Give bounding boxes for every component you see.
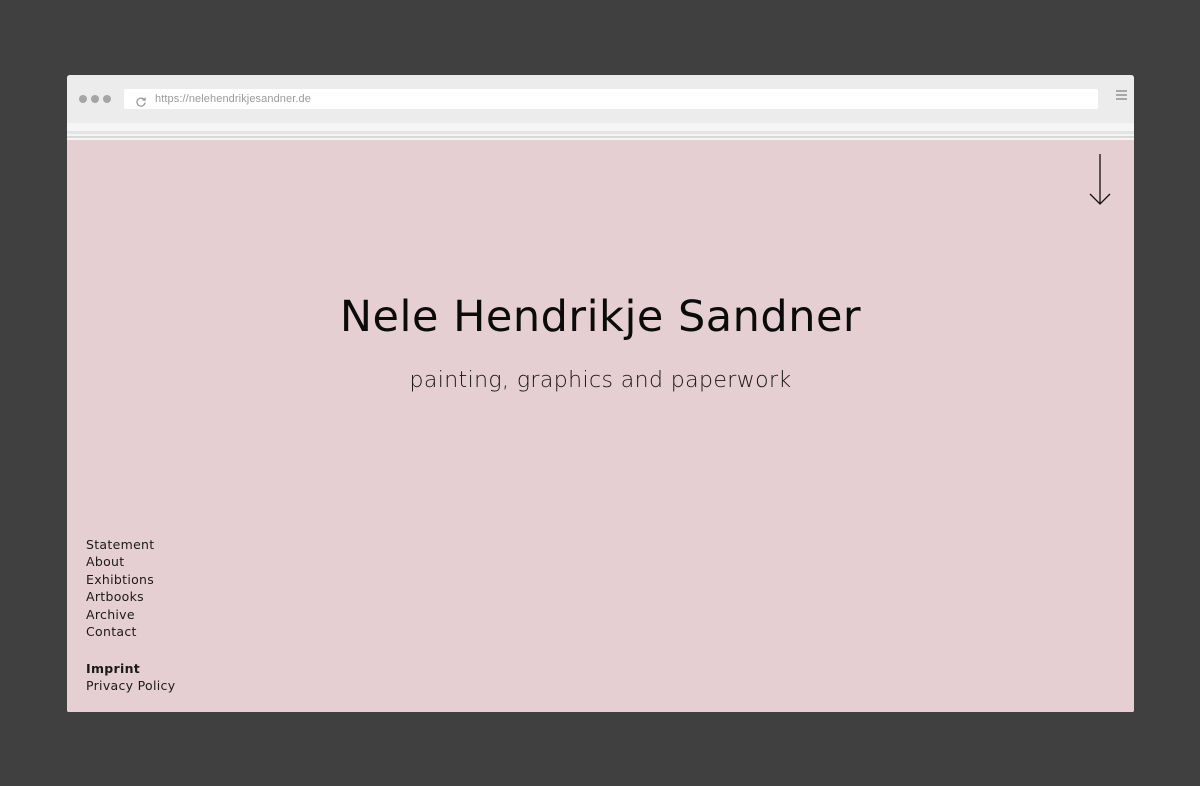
previous-page-edge	[67, 123, 1134, 141]
minimize-dot-icon[interactable]	[91, 95, 99, 103]
maximize-dot-icon[interactable]	[103, 95, 111, 103]
nav-item-statement[interactable]: Statement	[86, 536, 154, 553]
nav-item-imprint[interactable]: Imprint	[86, 660, 175, 677]
nav-item-exhibitions[interactable]: Exhibtions	[86, 571, 154, 588]
url-text: https://nelehendrikjesandner.de	[155, 93, 311, 105]
nav-item-archive[interactable]: Archive	[86, 606, 154, 623]
nav-item-about[interactable]: About	[86, 553, 154, 570]
page-viewport: Nele Hendrikje Sandner painting, graphic…	[67, 140, 1134, 712]
nav-item-contact[interactable]: Contact	[86, 623, 154, 640]
window-controls	[79, 95, 111, 103]
main-nav: Statement About Exhibtions Artbooks Arch…	[86, 536, 154, 640]
legal-nav: Imprint Privacy Policy	[86, 660, 175, 695]
site-subtitle: painting, graphics and paperwork	[409, 368, 792, 393]
browser-toolbar: https://nelehendrikjesandner.de	[67, 75, 1134, 123]
hamburger-menu-icon[interactable]	[1116, 90, 1127, 102]
nav-item-artbooks[interactable]: Artbooks	[86, 588, 154, 605]
nav-item-privacy-policy[interactable]: Privacy Policy	[86, 677, 175, 694]
close-dot-icon[interactable]	[79, 95, 87, 103]
address-bar[interactable]: https://nelehendrikjesandner.de	[124, 89, 1098, 109]
scroll-down-arrow-icon[interactable]	[1088, 154, 1112, 206]
browser-window: https://nelehendrikjesandner.de Nele Hen…	[67, 75, 1134, 712]
reload-icon[interactable]	[135, 93, 147, 107]
site-title: Nele Hendrikje Sandner	[339, 292, 862, 342]
